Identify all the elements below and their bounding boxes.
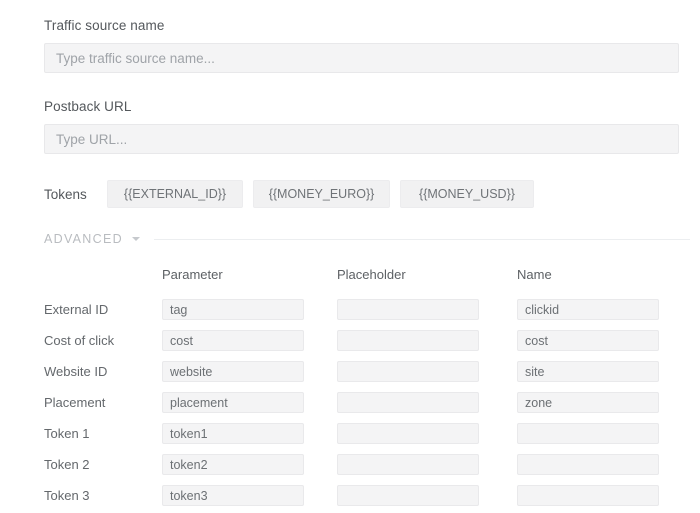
table-row: Token 1 <box>0 418 700 449</box>
row-placeholder-cell <box>337 361 517 382</box>
placeholder-input-token-2[interactable] <box>337 454 479 475</box>
name-input-token-1[interactable] <box>517 423 659 444</box>
placeholder-input-cost-of-click[interactable] <box>337 330 479 351</box>
advanced-divider <box>154 239 690 240</box>
name-input-website-id[interactable] <box>517 361 659 382</box>
row-parameter-cell <box>162 361 337 382</box>
row-parameter-cell <box>162 454 337 475</box>
placeholder-input-token-1[interactable] <box>337 423 479 444</box>
traffic-source-name-label: Traffic source name <box>44 18 680 34</box>
advanced-label[interactable]: ADVANCED <box>44 232 123 246</box>
row-placeholder-cell <box>337 485 517 506</box>
row-label-cost-of-click: Cost of click <box>44 333 162 348</box>
row-placeholder-cell <box>337 423 517 444</box>
parameter-input-token-3[interactable] <box>162 485 304 506</box>
traffic-source-name-field-block: Traffic source name <box>0 0 700 73</box>
row-label-placement: Placement <box>44 395 162 410</box>
row-placeholder-cell <box>337 299 517 320</box>
row-name-cell <box>517 454 667 475</box>
table-header-name: Name <box>517 267 667 282</box>
row-label-website-id: Website ID <box>44 364 162 379</box>
row-parameter-cell <box>162 485 337 506</box>
placeholder-input-token-3[interactable] <box>337 485 479 506</box>
traffic-source-name-input[interactable] <box>44 43 679 73</box>
tokens-label: Tokens <box>44 187 107 202</box>
row-parameter-cell <box>162 299 337 320</box>
name-input-cost-of-click[interactable] <box>517 330 659 351</box>
row-parameter-cell <box>162 330 337 351</box>
name-input-token-2[interactable] <box>517 454 659 475</box>
parameters-table: Parameter Placeholder Name External ID C… <box>0 264 700 511</box>
name-input-external-id[interactable] <box>517 299 659 320</box>
table-row: Token 2 <box>0 449 700 480</box>
placeholder-input-external-id[interactable] <box>337 299 479 320</box>
parameter-input-token-2[interactable] <box>162 454 304 475</box>
parameter-input-placement[interactable] <box>162 392 304 413</box>
parameter-input-cost-of-click[interactable] <box>162 330 304 351</box>
table-row: Token 3 <box>0 480 700 511</box>
row-placeholder-cell <box>337 392 517 413</box>
row-name-cell <box>517 423 667 444</box>
row-name-cell <box>517 361 667 382</box>
table-row: Website ID <box>0 356 700 387</box>
table-row: External ID <box>0 294 700 325</box>
row-placeholder-cell <box>337 454 517 475</box>
row-label-token-3: Token 3 <box>44 488 162 503</box>
row-label-external-id: External ID <box>44 302 162 317</box>
postback-url-label: Postback URL <box>44 99 680 115</box>
row-label-token-1: Token 1 <box>44 426 162 441</box>
row-parameter-cell <box>162 392 337 413</box>
table-header-parameter: Parameter <box>162 267 337 282</box>
row-placeholder-cell <box>337 330 517 351</box>
chevron-down-icon[interactable] <box>132 237 140 241</box>
parameter-input-website-id[interactable] <box>162 361 304 382</box>
token-button-money-euro[interactable]: {{MONEY_EURO}} <box>253 180 390 208</box>
row-parameter-cell <box>162 423 337 444</box>
tokens-row: Tokens {{EXTERNAL_ID}} {{MONEY_EURO}} {{… <box>0 180 700 208</box>
row-label-token-2: Token 2 <box>44 457 162 472</box>
postback-url-input[interactable] <box>44 124 679 154</box>
row-name-cell <box>517 330 667 351</box>
placeholder-input-website-id[interactable] <box>337 361 479 382</box>
token-button-external-id[interactable]: {{EXTERNAL_ID}} <box>107 180 243 208</box>
postback-url-field-block: Postback URL <box>0 99 700 154</box>
row-name-cell <box>517 299 667 320</box>
table-header-row: Parameter Placeholder Name <box>0 264 700 284</box>
table-row: Cost of click <box>0 325 700 356</box>
name-input-token-3[interactable] <box>517 485 659 506</box>
row-name-cell <box>517 485 667 506</box>
traffic-source-form-page: Traffic source name Postback URL Tokens … <box>0 0 700 513</box>
placeholder-input-placement[interactable] <box>337 392 479 413</box>
row-name-cell <box>517 392 667 413</box>
advanced-section-header[interactable]: ADVANCED <box>0 230 700 248</box>
table-row: Placement <box>0 387 700 418</box>
name-input-placement[interactable] <box>517 392 659 413</box>
table-header-placeholder: Placeholder <box>337 267 517 282</box>
parameter-input-external-id[interactable] <box>162 299 304 320</box>
parameter-input-token-1[interactable] <box>162 423 304 444</box>
token-button-money-usd[interactable]: {{MONEY_USD}} <box>400 180 534 208</box>
